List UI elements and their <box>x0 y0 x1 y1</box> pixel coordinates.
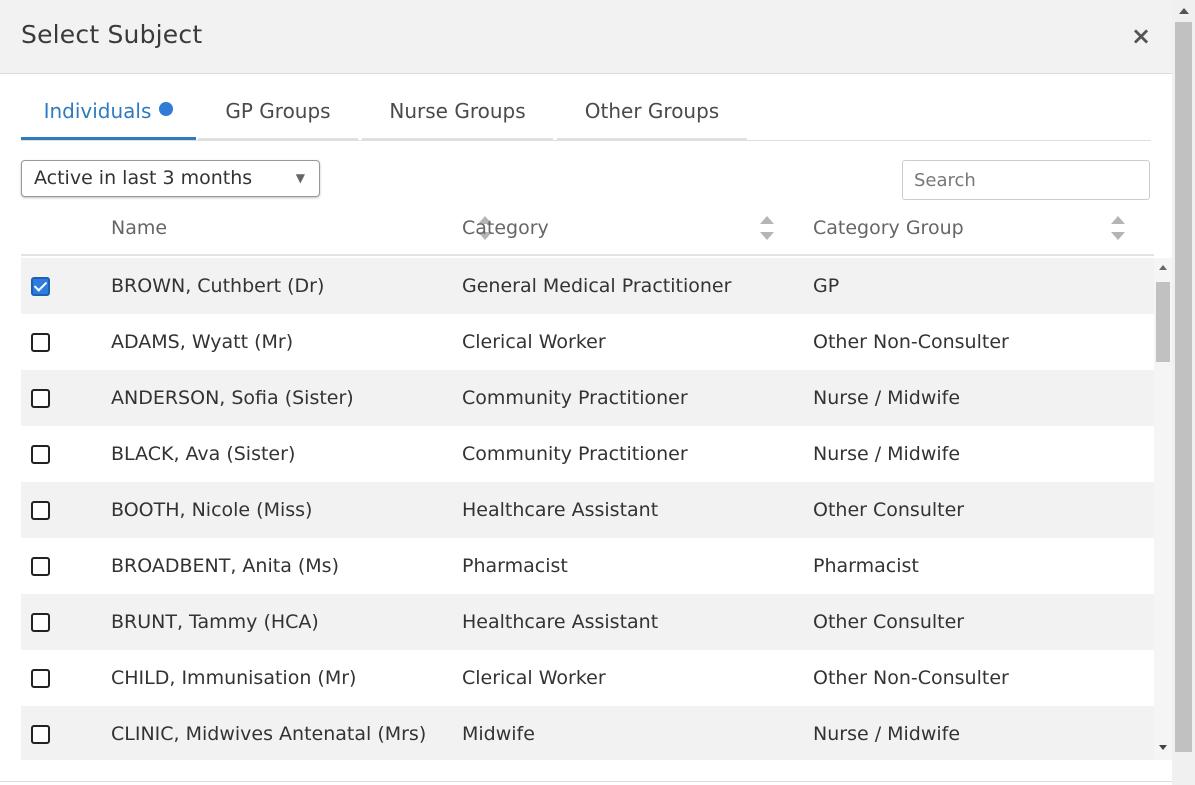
scroll-up-icon[interactable] <box>1159 265 1167 270</box>
column-label: Name <box>111 217 168 239</box>
table-header: Name Category Category Group <box>21 210 1154 256</box>
cell-group: Nurse / Midwife <box>813 387 961 409</box>
cell-group: Other Consulter <box>813 499 965 521</box>
checkbox[interactable] <box>31 445 50 464</box>
column-header-category[interactable]: Category <box>462 210 802 256</box>
table-row[interactable]: ADAMS, Wyatt (Mr) Clerical Worker Other No… <box>21 314 1154 370</box>
tab-individuals[interactable]: Individuals <box>21 88 196 140</box>
checkbox-checked[interactable] <box>31 277 50 296</box>
cell-category: Healthcare Assistant <box>462 611 659 633</box>
checkbox[interactable] <box>31 725 50 744</box>
column-header-name[interactable]: Name <box>111 210 492 256</box>
cell-category: General Medical Practitioner <box>462 275 732 297</box>
cell-group: Nurse / Midwife <box>813 443 961 465</box>
filter-selected-value: Active in last 3 months <box>34 167 253 189</box>
cell-name: BOOTH, Nicole (Miss) <box>111 499 313 521</box>
checkbox[interactable] <box>31 613 50 632</box>
activity-filter-select[interactable]: Active in last 3 months ▼ <box>21 160 320 197</box>
sort-icon[interactable] <box>760 216 774 244</box>
cell-group: Other Consulter <box>813 611 965 633</box>
checkbox[interactable] <box>31 557 50 576</box>
cell-group: Pharmacist <box>813 555 919 577</box>
cell-category: Midwife <box>462 723 535 745</box>
dialog-title: Select Subject <box>21 20 203 49</box>
cell-category: Clerical Worker <box>462 667 606 689</box>
checkbox[interactable] <box>31 669 50 688</box>
tab-gp-groups[interactable]: GP Groups <box>198 88 358 140</box>
table-row[interactable]: BRUNT, Tammy (HCA) Healthcare Assistant Ot… <box>21 594 1154 650</box>
cell-group: Other Non-Consulter <box>813 331 1009 353</box>
subjects-table-body: BROWN, Cuthbert (Dr) General Medical Prac… <box>21 258 1154 760</box>
table-row[interactable]: CHILD, Immunisation (Mr) Clerical Worker O… <box>21 650 1154 706</box>
checkbox[interactable] <box>31 333 50 352</box>
cell-name: BROADBENT, Anita (Ms) <box>111 555 339 577</box>
checkbox[interactable] <box>31 389 50 408</box>
dialog-header: Select Subject × <box>0 0 1172 74</box>
page-scrollbar[interactable] <box>1172 0 1195 785</box>
cell-name: BROWN, Cuthbert (Dr) <box>111 275 325 297</box>
cell-group: GP <box>813 275 840 297</box>
tab-nurse-groups[interactable]: Nurse Groups <box>362 88 553 140</box>
table-scrollbar[interactable] <box>1154 258 1172 760</box>
column-label: Category <box>462 217 549 239</box>
table-row[interactable]: BROADBENT, Anita (Ms) Pharmacist Pharmacis… <box>21 538 1154 594</box>
tab-label: Individuals <box>43 99 152 123</box>
table-row[interactable]: CLINIC, Midwives Antenatal (Mrs) Midwife N… <box>21 706 1154 760</box>
sort-icon[interactable] <box>1111 216 1125 244</box>
scroll-up-icon[interactable] <box>1179 8 1189 14</box>
footer-divider <box>0 781 1172 782</box>
cell-name: BLACK, Ava (Sister) <box>111 443 296 465</box>
table-row[interactable]: BOOTH, Nicole (Miss) Healthcare Assistant… <box>21 482 1154 538</box>
checkbox[interactable] <box>31 501 50 520</box>
cell-category: Community Practitioner <box>462 387 688 409</box>
cell-group: Nurse / Midwife <box>813 723 961 745</box>
cell-category: Clerical Worker <box>462 331 606 353</box>
table-row[interactable]: ANDERSON, Sofia (Sister) Community Practi… <box>21 370 1154 426</box>
scroll-thumb[interactable] <box>1156 282 1170 362</box>
cell-name: CHILD, Immunisation (Mr) <box>111 667 357 689</box>
cell-category: Pharmacist <box>462 555 568 577</box>
cell-name: CLINIC, Midwives Antenatal (Mrs) <box>111 723 427 745</box>
scroll-down-icon[interactable] <box>1159 745 1167 750</box>
cell-name: BRUNT, Tammy (HCA) <box>111 611 319 633</box>
search-input[interactable] <box>902 160 1150 200</box>
cell-name: ADAMS, Wyatt (Mr) <box>111 331 294 353</box>
table-row[interactable]: BLACK, Ava (Sister) Community Practitione… <box>21 426 1154 482</box>
cell-category: Community Practitioner <box>462 443 688 465</box>
close-icon: × <box>1130 22 1152 50</box>
scroll-thumb[interactable] <box>1175 22 1192 752</box>
select-subject-dialog: Select Subject × Individuals GP Groups N… <box>0 0 1172 785</box>
cell-group: Other Non-Consulter <box>813 667 1009 689</box>
tab-other-groups[interactable]: Other Groups <box>557 88 747 140</box>
close-button[interactable]: × <box>1129 22 1153 50</box>
table-row[interactable]: BROWN, Cuthbert (Dr) General Medical Prac… <box>21 258 1154 314</box>
dropdown-caret-icon: ▼ <box>295 171 305 185</box>
cell-category: Healthcare Assistant <box>462 499 659 521</box>
tab-label: GP Groups <box>225 99 331 123</box>
column-label: Category Group <box>813 217 964 239</box>
subject-type-tabs: Individuals GP Groups Nurse Groups Other… <box>21 88 1151 141</box>
tab-label: Other Groups <box>584 99 720 123</box>
column-header-category-group[interactable]: Category Group <box>813 210 1153 256</box>
active-indicator-icon <box>159 102 174 116</box>
cell-name: ANDERSON, Sofia (Sister) <box>111 387 354 409</box>
tab-label: Nurse Groups <box>389 99 526 123</box>
